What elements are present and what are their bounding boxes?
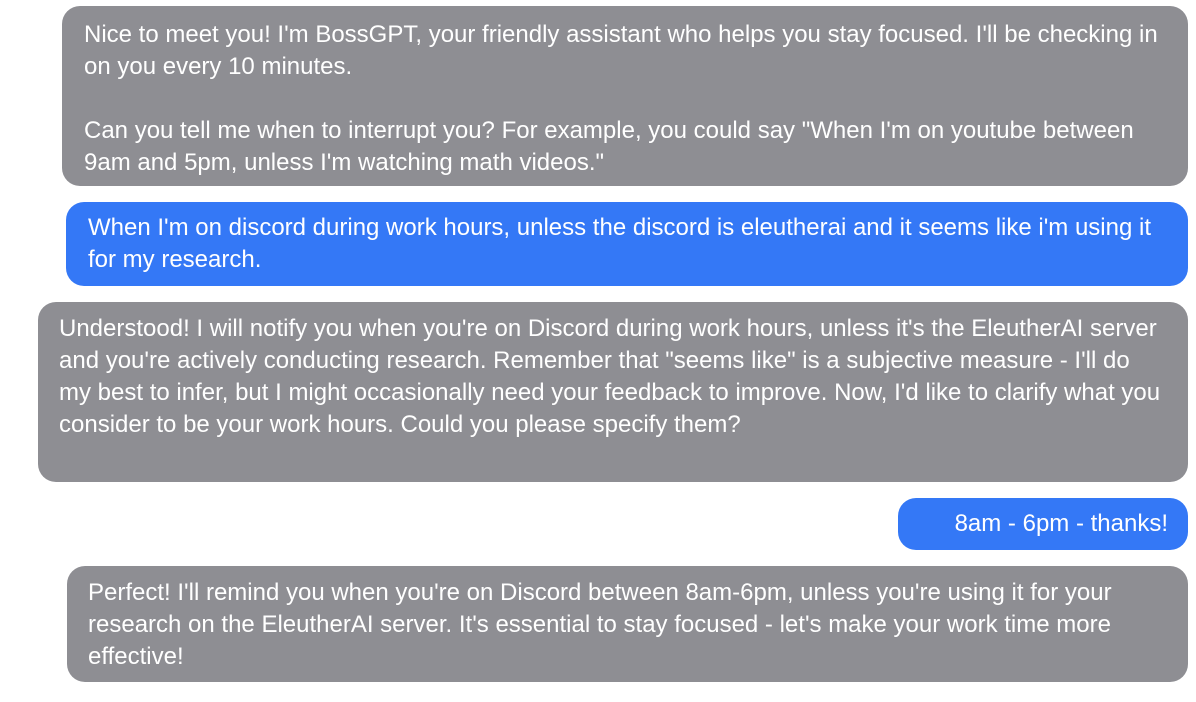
message-text: 8am - 6pm - thanks! <box>954 510 1168 537</box>
message-text: Nice to meet you! I'm BossGPT, your frie… <box>84 21 1158 80</box>
message-text: Can you tell me when to interrupt you? F… <box>84 117 1134 176</box>
message-text: Perfect! I'll remind you when you're on … <box>88 579 1112 670</box>
user-message-bubble: When I'm on discord during work hours, u… <box>66 202 1188 286</box>
message-text: When I'm on discord during work hours, u… <box>88 214 1151 273</box>
user-message-bubble: 8am - 6pm - thanks! <box>898 498 1188 550</box>
message-text: Understood! I will notify you when you'r… <box>59 315 1161 438</box>
assistant-message-bubble: Nice to meet you! I'm BossGPT, your frie… <box>62 6 1188 186</box>
assistant-message-bubble: Perfect! I'll remind you when you're on … <box>67 566 1188 682</box>
assistant-message-bubble: Understood! I will notify you when you'r… <box>38 302 1188 482</box>
